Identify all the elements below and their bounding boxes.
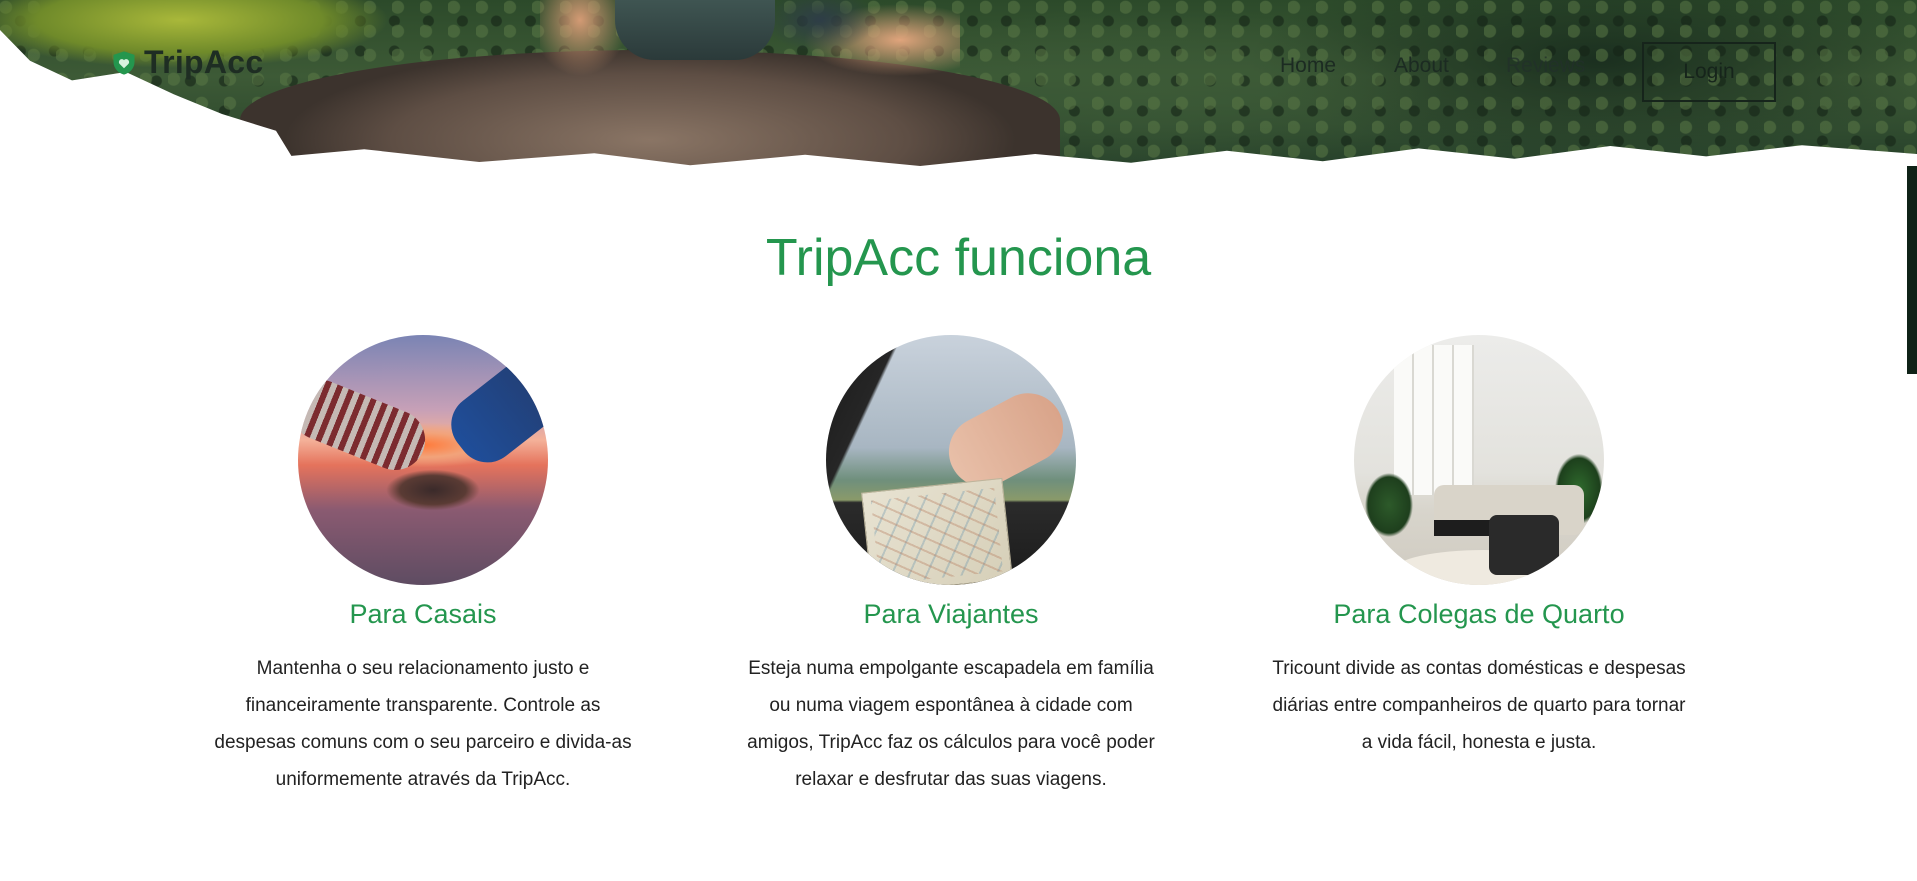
nav-about-link[interactable]: About: [1394, 54, 1449, 78]
card-text-line: uniformemente através da TripAcc.: [275, 769, 571, 790]
holding-hands: [378, 465, 488, 515]
arm-jacket: [439, 345, 548, 475]
card-text-line: a vida fácil, honesta e justa.: [1361, 732, 1597, 753]
arm-sweater: [298, 370, 435, 480]
backpack-image: [615, 0, 775, 60]
login-button[interactable]: Login: [1642, 42, 1776, 102]
plant: [1359, 465, 1419, 545]
car-map-image: [826, 335, 1076, 585]
card-text-line: Mantenha o seu relacionamento justo e: [256, 658, 590, 679]
card-title: Para Casais: [349, 599, 497, 629]
card-description: Esteja numa empolgante escapadela em fam…: [701, 650, 1201, 798]
card-description: Mantenha o seu relacionamento justo e fi…: [173, 650, 673, 798]
card-text-line: Esteja numa empolgante escapadela em fam…: [748, 658, 1154, 679]
card-text-line: financeiramente transparente. Controle a…: [245, 695, 601, 716]
feet-on-window: [936, 380, 1076, 500]
card-text-line: amigos, TripAcc faz os cálculos para voc…: [747, 732, 1155, 753]
card-description: Tricount divide as contas domésticas e d…: [1229, 650, 1729, 761]
card-text-line: despesas comuns com o seu parceiro e div…: [214, 732, 632, 753]
living-room-image: [1354, 335, 1604, 585]
road-map: [861, 477, 1013, 585]
card-title: Para Colegas de Quarto: [1333, 599, 1625, 629]
armchair: [1489, 515, 1559, 575]
card-roommates: Para Colegas de Quarto Tricount divide a…: [1229, 335, 1729, 761]
nav-home-link[interactable]: Home: [1280, 54, 1336, 78]
hero-header: TripAcc Home About Reviews Login: [0, 0, 1917, 170]
card-travelers: Para Viajantes Esteja numa empolgante es…: [701, 335, 1201, 798]
card-text-line: diárias entre companheiros de quarto par…: [1272, 695, 1686, 716]
section-title: TripAcc funciona: [765, 229, 1152, 287]
nav-reviews-link[interactable]: Reviews: [1506, 54, 1585, 78]
card-title: Para Viajantes: [863, 599, 1039, 629]
brand-logo[interactable]: TripAcc: [110, 44, 263, 81]
card-text-line: Tricount divide as contas domésticas e d…: [1272, 658, 1686, 679]
card-couples: Para Casais Mantenha o seu relacionament…: [173, 335, 673, 798]
card-text-line: ou numa viagem espontânea à cidade com: [769, 695, 1133, 716]
brand-name: TripAcc: [144, 44, 264, 80]
couple-hands-image: [298, 335, 548, 585]
card-text-line: relaxar e desfrutar das suas viagens.: [795, 769, 1107, 790]
shield-heart-icon: [113, 50, 135, 75]
